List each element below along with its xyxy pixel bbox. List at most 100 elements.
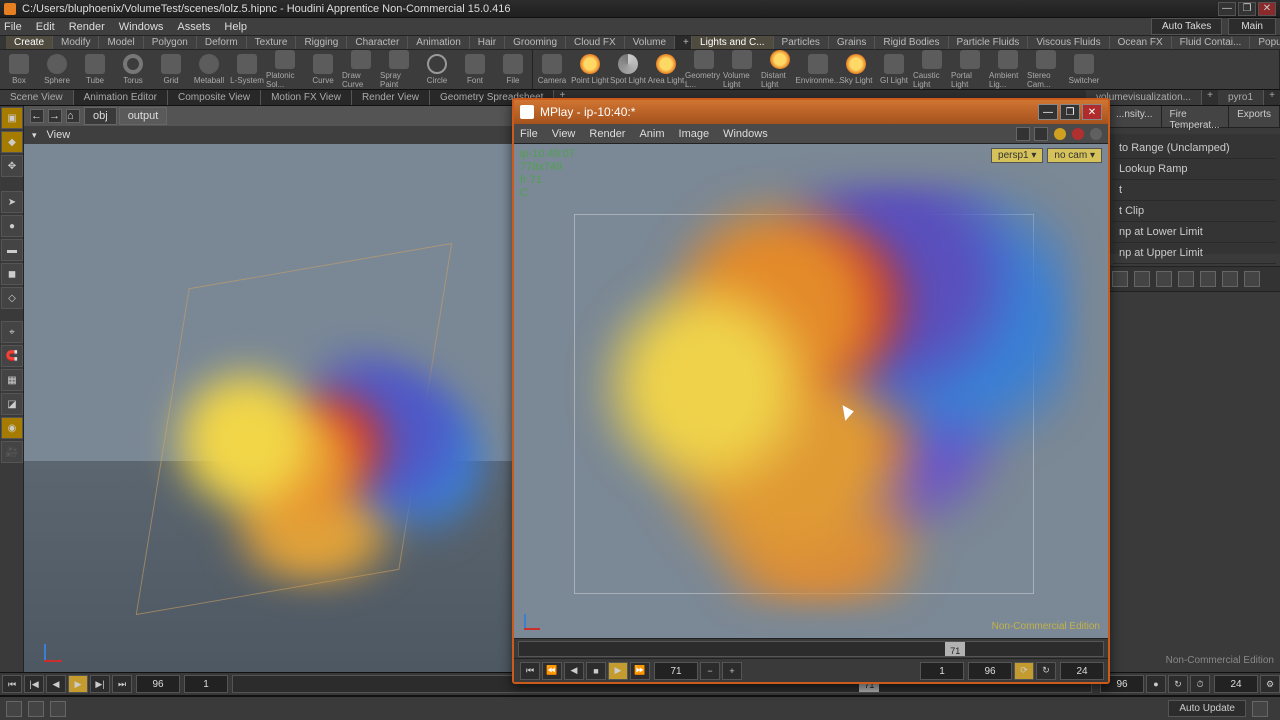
shelf-tab-polygon[interactable]: Polygon — [144, 36, 197, 49]
mplay-loop-icon[interactable]: ↻ — [1036, 662, 1056, 680]
mplay-tool-icon[interactable] — [1016, 127, 1030, 141]
pane-tab-plus2[interactable]: + — [1202, 90, 1218, 105]
param-icon[interactable] — [1112, 271, 1128, 287]
mplay-play-icon[interactable]: ▶ — [608, 662, 628, 680]
tool-platonic[interactable]: Platonic Sol... — [266, 50, 304, 89]
status-icon[interactable] — [28, 701, 44, 717]
tl-key-icon[interactable]: ● — [1146, 675, 1166, 693]
tool-sphere[interactable]: Sphere — [38, 50, 76, 89]
mplay-start[interactable]: 1 — [920, 662, 964, 680]
point-tool-icon[interactable]: ● — [1, 215, 23, 237]
shelf-tab-deform[interactable]: Deform — [197, 36, 247, 49]
cplane-tool-icon[interactable]: ◪ — [1, 393, 23, 415]
tl-next-icon[interactable]: ▶| — [90, 675, 110, 693]
tool-envlight[interactable]: Environme... — [799, 50, 837, 89]
param-icon[interactable] — [1200, 271, 1216, 287]
param-tab-fire[interactable]: Fire Temperat... — [1162, 106, 1230, 127]
mplay-cam-tag[interactable]: persp1 ▾ — [991, 148, 1043, 163]
param-icon[interactable] — [1134, 271, 1150, 287]
grid-tool-icon[interactable]: ▦ — [1, 369, 23, 391]
arrow-tool-icon[interactable]: ➤ — [1, 191, 23, 213]
snap-tool-icon[interactable]: ⌖ — [1, 321, 23, 343]
param-tab-exports[interactable]: Exports — [1229, 106, 1280, 127]
gear-icon[interactable] — [1244, 271, 1260, 287]
tool-portal[interactable]: Portal Light — [951, 50, 989, 89]
tool-spotlight[interactable]: Spot Light — [609, 50, 647, 89]
view-arrow-icon[interactable]: ▾ — [32, 130, 37, 141]
param-row[interactable]: Lookup Ramp — [1113, 159, 1276, 180]
shelf-tab-lights[interactable]: Lights and C... — [692, 36, 773, 49]
tl-prev-icon[interactable]: ◀ — [46, 675, 66, 693]
shelf-tab-particles[interactable]: Particles — [774, 36, 829, 49]
pane-tab-anim[interactable]: Animation Editor — [74, 90, 168, 105]
tl-play-icon[interactable]: ▶ — [68, 675, 88, 693]
param-row[interactable]: np at Upper Limit — [1113, 243, 1276, 264]
pane-tab-render[interactable]: Render View — [352, 90, 430, 105]
pane-tab-pyro[interactable]: pyro1 — [1218, 90, 1264, 105]
mplay-close[interactable]: ✕ — [1082, 104, 1102, 120]
tool-distlight[interactable]: Distant Light — [761, 50, 799, 89]
mplay-menu-image[interactable]: Image — [679, 128, 710, 140]
mplay-nocam-tag[interactable]: no cam ▾ — [1047, 148, 1102, 163]
shelf-tab-cloudfx[interactable]: Cloud FX — [566, 36, 625, 49]
maximize-button[interactable]: ❐ — [1238, 2, 1256, 16]
tool-spray[interactable]: Spray Paint — [380, 50, 418, 89]
menu-help[interactable]: Help — [224, 21, 247, 33]
status-icon[interactable] — [50, 701, 66, 717]
tl-end-field[interactable]: 96 — [136, 675, 180, 693]
mplay-menu-render[interactable]: Render — [589, 128, 625, 140]
mplay-timeline[interactable]: 71 — [514, 638, 1108, 658]
mplay-window[interactable]: MPlay - ip-10:40:* — ❐ ✕ File View Rende… — [512, 98, 1110, 684]
magnet-tool-icon[interactable]: 🧲 — [1, 345, 23, 367]
home-icon[interactable]: ⌂ — [66, 109, 80, 123]
mplay-menu-file[interactable]: File — [520, 128, 538, 140]
menu-edit[interactable]: Edit — [36, 21, 55, 33]
back-icon[interactable]: ← — [30, 109, 44, 123]
menu-windows[interactable]: Windows — [119, 21, 164, 33]
shelf-tab-modify[interactable]: Modify — [53, 36, 99, 49]
shelf-tab-texture[interactable]: Texture — [247, 36, 297, 49]
fwd-icon[interactable]: → — [48, 109, 62, 123]
mplay-maximize[interactable]: ❐ — [1060, 104, 1080, 120]
pane-tab-plus3[interactable]: + — [1264, 90, 1280, 105]
mplay-status-dot[interactable] — [1072, 128, 1084, 140]
tl-start-field[interactable]: 1 — [184, 675, 228, 693]
tool-geolight[interactable]: Geometry L... — [685, 50, 723, 89]
auto-takes-toggle[interactable]: Auto Takes — [1151, 18, 1222, 35]
mplay-status-dot[interactable] — [1054, 128, 1066, 140]
mplay-menu-anim[interactable]: Anim — [639, 128, 664, 140]
mplay-timeline-track[interactable]: 71 — [518, 641, 1104, 657]
tool-tube[interactable]: Tube — [76, 50, 114, 89]
handle-tool-icon[interactable]: ◆ — [1, 131, 23, 153]
tl-realtime-icon[interactable]: ⏱ — [1190, 675, 1210, 693]
vertex-tool-icon[interactable]: ◇ — [1, 287, 23, 309]
status-icon[interactable] — [6, 701, 22, 717]
pane-tab-sceneview[interactable]: Scene View — [0, 90, 74, 105]
mplay-prev-icon[interactable]: ◀ — [564, 662, 584, 680]
param-row[interactable]: np at Lower Limit — [1113, 222, 1276, 243]
viewport-canvas[interactable] — [24, 144, 514, 672]
shelf-tab-hair[interactable]: Hair — [470, 36, 505, 49]
display-tool-icon[interactable]: ◉ — [1, 417, 23, 439]
shelf-tab-rigging[interactable]: Rigging — [296, 36, 347, 49]
shelf-tab-grooming[interactable]: Grooming — [505, 36, 566, 49]
tool-stereo[interactable]: Stereo Cam... — [1027, 50, 1065, 89]
tool-drawcurve[interactable]: Draw Curve — [342, 50, 380, 89]
tl-last-icon[interactable]: ⏭ — [112, 675, 132, 693]
mplay-title-bar[interactable]: MPlay - ip-10:40:* — ❐ ✕ — [514, 100, 1108, 124]
view-label[interactable]: View — [47, 129, 71, 141]
mplay-status-dot[interactable] — [1090, 128, 1102, 140]
param-icon[interactable] — [1156, 271, 1172, 287]
mplay-menu-windows[interactable]: Windows — [723, 128, 768, 140]
shelf-tab-pfluids[interactable]: Particle Fluids — [949, 36, 1029, 49]
param-tab-density[interactable]: ...nsity... — [1108, 106, 1162, 127]
auto-update-toggle[interactable]: Auto Update — [1168, 700, 1246, 717]
crumb-output[interactable]: output — [119, 107, 168, 125]
shelf-tab-populate[interactable]: Populate Con... — [1250, 36, 1280, 49]
menu-render[interactable]: Render — [69, 21, 105, 33]
tool-caustic[interactable]: Caustic Light — [913, 50, 951, 89]
mplay-end[interactable]: 96 — [968, 662, 1012, 680]
pane-tab-comp[interactable]: Composite View — [168, 90, 261, 105]
status-gear-icon[interactable] — [1252, 701, 1268, 717]
pane-tab-motion[interactable]: Motion FX View — [261, 90, 352, 105]
